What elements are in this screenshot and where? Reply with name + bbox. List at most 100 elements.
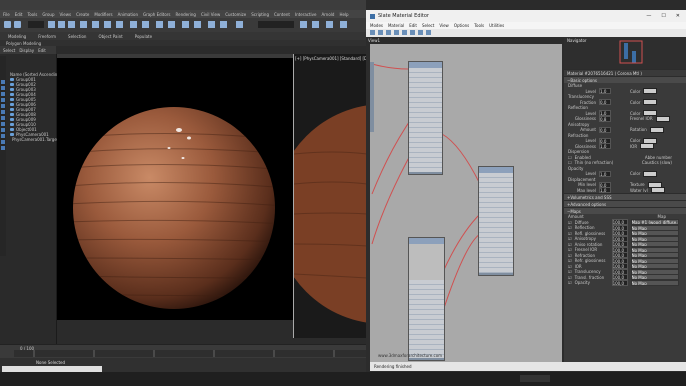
menu-rendering[interactable]: Rendering — [176, 12, 196, 17]
ribbon-tab-populate[interactable]: Populate — [135, 34, 152, 39]
map-enable-check[interactable]: ☑ — [568, 253, 572, 258]
node-bitmap-bottom[interactable] — [408, 237, 445, 361]
sme-toolbar-icons[interactable] — [366, 29, 686, 37]
scene-tab-display[interactable]: Display — [19, 48, 34, 53]
eye-icon[interactable] — [10, 98, 14, 101]
ribbon-tab-object-paint[interactable]: Object Paint — [98, 34, 122, 39]
eye-icon[interactable] — [10, 83, 14, 86]
eye-icon[interactable] — [10, 108, 14, 111]
rollout-advanced-options[interactable]: + Advanced options — [564, 200, 686, 207]
eye-icon[interactable] — [10, 133, 14, 136]
checkbox-icon[interactable]: ☐ — [568, 155, 572, 160]
param-value[interactable]: 1,0 — [599, 170, 611, 177]
scene-tab-select[interactable]: Select — [3, 48, 15, 53]
sme-menu-utilities[interactable]: Utilities — [489, 23, 504, 28]
eye-icon[interactable] — [10, 93, 14, 96]
menu-graph-editors[interactable]: Graph Editors — [143, 12, 170, 17]
eye-icon[interactable] — [10, 118, 14, 121]
checkbox-icon[interactable]: ☐ — [568, 160, 572, 165]
eye-icon[interactable] — [10, 123, 14, 126]
color-swatch[interactable] — [650, 187, 665, 194]
sme-menu-tools[interactable]: Tools — [474, 23, 484, 28]
close-icon[interactable]: ✕ — [676, 13, 680, 19]
sme-menu-material[interactable]: Material — [388, 23, 404, 28]
scene-tab-edit[interactable]: Edit — [38, 48, 46, 53]
track-bar[interactable] — [14, 350, 366, 357]
eye-icon[interactable] — [10, 103, 14, 106]
menu-views[interactable]: Views — [60, 12, 72, 17]
menu-edit[interactable]: Edit — [15, 12, 23, 17]
color-swatch[interactable] — [643, 99, 658, 106]
menu-group[interactable]: Group — [42, 12, 54, 17]
camera-viewport[interactable] — [274, 54, 494, 338]
menu-file[interactable]: File — [3, 12, 10, 17]
parameter-editor: Material #2076516421 ( Corona Mtl ) − Ba… — [564, 70, 686, 370]
node-corona-mtl[interactable] — [478, 166, 514, 276]
ribbon-tab-selection[interactable]: Selection — [68, 34, 86, 39]
color-swatch[interactable] — [643, 88, 658, 95]
map-enable-check[interactable]: ☑ — [568, 220, 572, 225]
param-value[interactable]: 1,0 — [599, 143, 611, 150]
view-tab[interactable]: View1 — [368, 38, 380, 43]
map-amount[interactable]: 100,0 — [611, 279, 628, 286]
eye-icon[interactable] — [10, 113, 14, 116]
rollout-volumetrics-and-sss[interactable]: + Volumetrics and SSS — [564, 193, 686, 200]
sme-menu-edit[interactable]: Edit — [409, 23, 417, 28]
menu-arnold[interactable]: Arnold — [321, 12, 334, 17]
tree-row[interactable]: PhysCamera001.Target — [6, 137, 58, 142]
menu-create[interactable]: Create — [76, 12, 89, 17]
menu-content[interactable]: Content — [274, 12, 290, 17]
param-value[interactable]: 0,8 — [599, 115, 611, 122]
ribbon-tab-freeform[interactable]: Freeform — [38, 34, 56, 39]
menu-interactive[interactable]: Interactive — [295, 12, 317, 17]
sme-menu-select[interactable]: Select — [422, 23, 434, 28]
rollout-maps[interactable]: − Maps — [564, 207, 686, 214]
menu-tools[interactable]: Tools — [27, 12, 37, 17]
eye-icon[interactable] — [10, 128, 14, 131]
material-preview-viewport[interactable] — [57, 54, 293, 320]
map-enable-check[interactable]: ☑ — [568, 280, 572, 285]
map-enable-check[interactable]: ☑ — [568, 258, 572, 263]
color-swatch[interactable] — [640, 143, 655, 150]
param-value[interactable]: 0,0 — [599, 99, 611, 106]
minimize-icon[interactable]: — — [646, 13, 651, 19]
side-tool-icons[interactable] — [0, 56, 6, 256]
menu-modifiers[interactable]: Modifiers — [94, 12, 112, 17]
eye-icon[interactable] — [10, 78, 14, 81]
menu-animation[interactable]: Animation — [118, 12, 138, 17]
map-slot-button[interactable]: No Map — [630, 279, 679, 286]
param-value[interactable]: 1,0 — [599, 88, 611, 95]
param-group-label: Dispersion — [568, 149, 590, 155]
map-channel-label: Fresnel IOR — [574, 247, 598, 253]
menu-scripting[interactable]: Scripting — [251, 12, 269, 17]
map-enable-check[interactable]: ☑ — [568, 275, 572, 280]
map-enable-check[interactable]: ☑ — [568, 231, 572, 236]
toolbar-icons[interactable] — [0, 18, 366, 32]
node-view-canvas[interactable]: www.3dmaxforarchitecture.com — [370, 44, 562, 362]
map-enable-check[interactable]: ☑ — [568, 225, 572, 230]
menu-help[interactable]: Help — [339, 12, 348, 17]
menu-civil-view[interactable]: Civil View — [201, 12, 220, 17]
param-group-label: Amount — [568, 214, 584, 220]
sme-menu-view[interactable]: View — [439, 23, 449, 28]
ribbon-tab-modeling[interactable]: Modeling — [8, 34, 26, 39]
map-enable-check[interactable]: ☑ — [568, 242, 572, 247]
map-enable-check[interactable]: ☑ — [568, 264, 572, 269]
color-swatch[interactable] — [655, 115, 670, 122]
node-bitmap-top[interactable] — [408, 61, 443, 175]
param-value[interactable]: 1,0 — [599, 187, 611, 194]
rollout-basic-options[interactable]: − Basic options — [564, 76, 686, 83]
offscreen-node[interactable] — [370, 62, 374, 132]
param-value[interactable]: 0,0 — [599, 126, 611, 133]
maximize-icon[interactable]: ☐ — [661, 13, 665, 19]
map-enable-check[interactable]: ☑ — [568, 247, 572, 252]
map-enable-check[interactable]: ☑ — [568, 236, 572, 241]
sme-menu-modes[interactable]: Modes — [370, 23, 383, 28]
menu-customize[interactable]: Customize — [225, 12, 246, 17]
color-swatch[interactable] — [649, 126, 664, 133]
eye-icon[interactable] — [10, 88, 14, 91]
ribbon-tabs: Modeling Freeform Selection Object Paint Pop… — [0, 32, 366, 40]
color-swatch[interactable] — [643, 170, 658, 177]
map-enable-check[interactable]: ☑ — [568, 269, 572, 274]
sme-menu-options[interactable]: Options — [454, 23, 469, 28]
